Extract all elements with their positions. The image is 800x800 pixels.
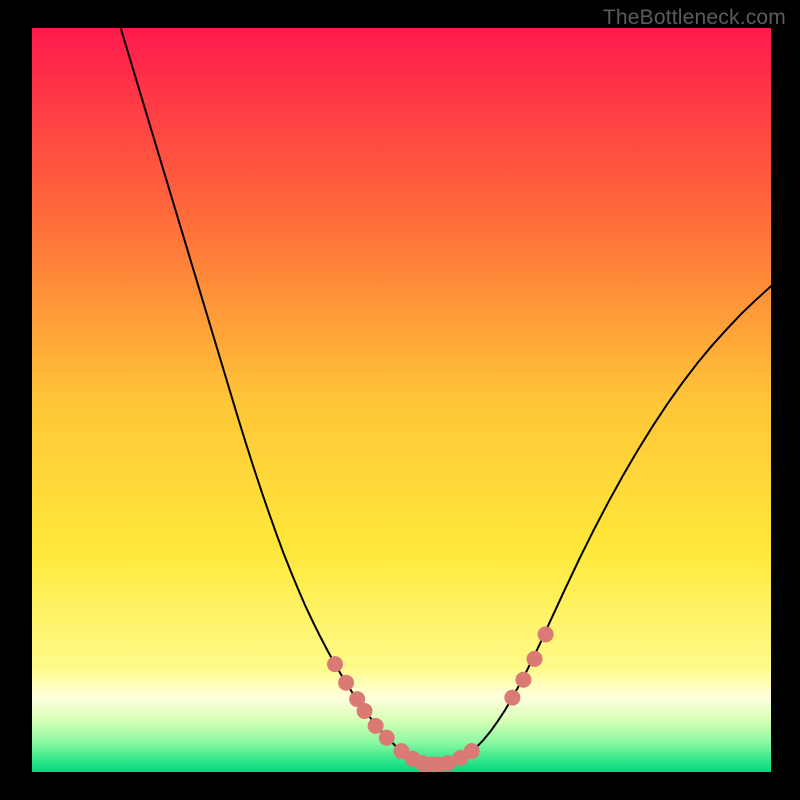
- highlight-dot: [538, 626, 554, 642]
- highlight-dot: [379, 730, 395, 746]
- highlight-dot: [327, 656, 343, 672]
- highlight-dot: [515, 672, 531, 688]
- highlight-dot: [338, 675, 354, 691]
- highlight-dot: [357, 703, 373, 719]
- highlight-dot: [527, 651, 543, 667]
- highlight-dot: [504, 690, 520, 706]
- watermark-label: TheBottleneck.com: [603, 6, 786, 30]
- highlight-dot: [368, 718, 384, 734]
- plot-area: [32, 28, 771, 772]
- chart-svg: [32, 28, 771, 772]
- chart-frame: TheBottleneck.com: [0, 0, 800, 800]
- gradient-background: [32, 28, 771, 772]
- highlight-dot: [464, 743, 480, 759]
